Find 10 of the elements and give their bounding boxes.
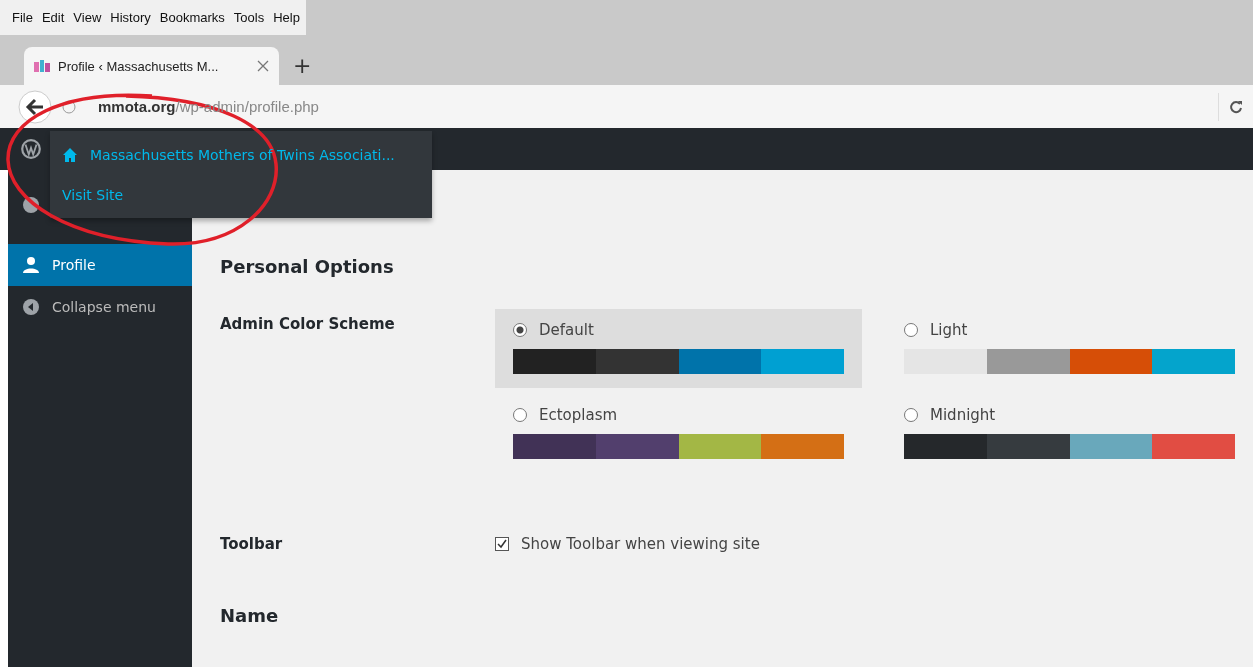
checkbox-label: Show Toolbar when viewing site [521, 535, 760, 553]
field-label: Admin Color Scheme [220, 314, 396, 335]
scheme-name: Ectoplasm [539, 406, 618, 424]
field-label: Toolbar [220, 535, 284, 553]
scheme-name: Light [930, 321, 968, 339]
scheme-name: Midnight [930, 406, 996, 424]
section-title: Name [220, 605, 280, 626]
section-title: Personal Options [220, 256, 395, 277]
scheme-name: Default [539, 321, 594, 339]
tab-title: Profile ‹ Massachusetts M... [58, 58, 220, 74]
